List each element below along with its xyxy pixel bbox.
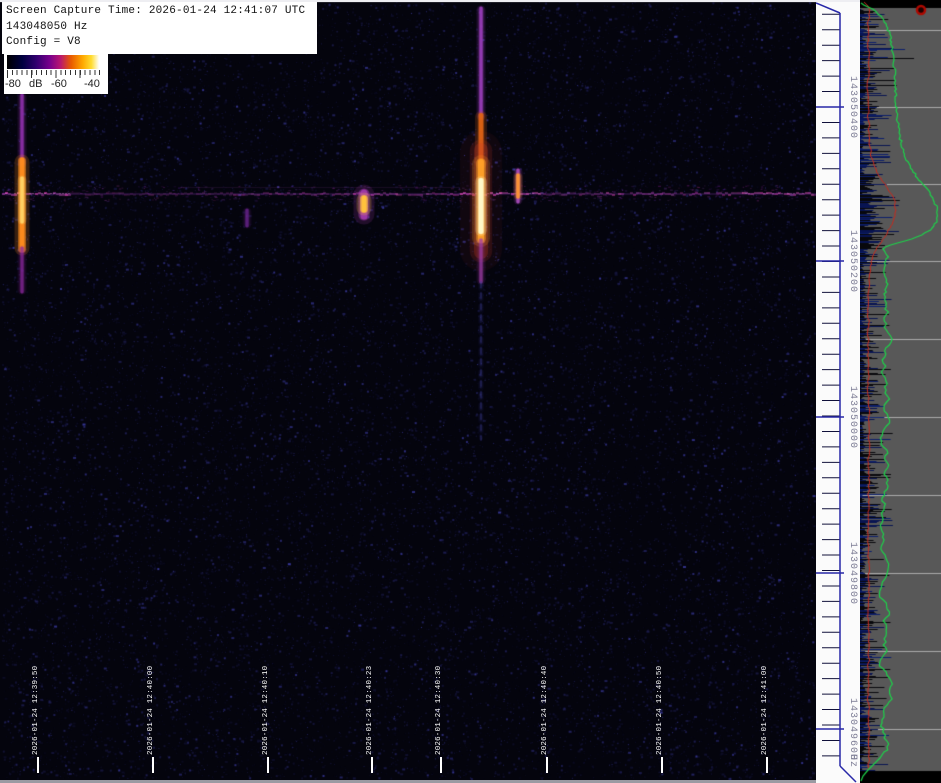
capture-config-text: Config = V8 [6,36,81,48]
time-axis-label: 2026-01-24 12:41:00 [761,665,769,755]
frequency-axis-label: 143049800 [847,542,858,606]
time-axis-tick [371,757,373,773]
time-axis-tick [440,757,442,773]
time-axis-label: 2026-01-24 12:40:40 [541,665,549,755]
spectrum-panel [860,0,941,783]
frequency-axis-label: 143050200 [847,230,858,294]
frequency-axis-label: 143050000 [847,386,858,450]
time-axis-tick [546,757,548,773]
time-axis-tick [766,757,768,773]
waterfall-spectrogram [0,0,816,783]
capture-time-text: Screen Capture Time: 2026-01-24 12:41:07… [6,5,306,17]
color-scale-legend: -80 dB -60 -40 [4,53,108,94]
time-axis-label: 2026-01-24 12:40:30 [435,665,443,755]
legend-label-neg80: -80 [5,78,21,90]
time-axis-label: 2026-01-24 12:39:50 [32,665,40,755]
time-axis-label: 2026-01-24 12:40:00 [147,665,155,755]
time-axis-tick [152,757,154,773]
capture-info-box: Screen Capture Time: 2026-01-24 12:41:07… [2,2,317,54]
legend-label-neg40: -40 [84,78,100,90]
legend-label-neg60: -60 [51,78,67,90]
capture-frequency-text: 143048050 Hz [6,20,88,33]
time-axis-label: 2026-01-24 12:40:50 [656,665,664,755]
color-scale-ruler-major [7,70,104,78]
time-axis-label: 2026-01-24 12:40:23 [366,665,374,755]
legend-label-db-unit: dB [29,78,43,90]
time-axis-tick [37,757,39,773]
frequency-unit-label: Hz [847,754,858,769]
color-scale-gradient [7,55,104,69]
frequency-axis-label: 143050400 [847,76,858,140]
spectrum-capture-screen: 143050400 143050200 143050000 143049800 1430… [0,0,941,783]
frequency-axis-label: 143049600 [847,698,858,762]
time-axis-tick [661,757,663,773]
time-axis-tick [267,757,269,773]
time-axis-label: 2026-01-24 12:40:10 [262,665,270,755]
